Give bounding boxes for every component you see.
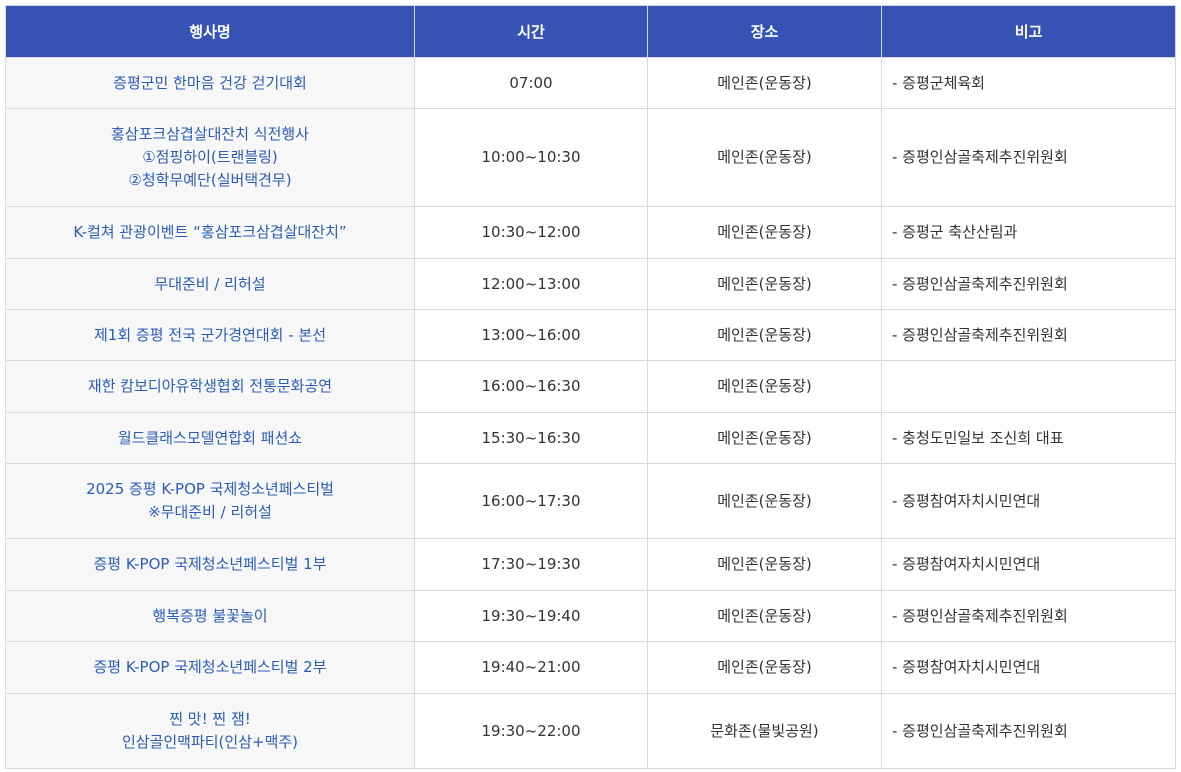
event-name-line: 제1회 증평 전국 군가경연대회 - 본선: [94, 325, 326, 344]
header-place: 장소: [647, 5, 882, 58]
time-cell: 17:30~19:30: [414, 538, 648, 591]
header-time: 시간: [414, 5, 648, 58]
note-cell: - 증평참여자치시민연대: [881, 463, 1176, 539]
table-row: 월드클래스모델연합회 패션쇼 15:30~16:30 메인존(운동장) - 충청도민일…: [5, 412, 1176, 464]
place-cell: 메인존(운동장): [647, 206, 882, 259]
event-name-cell: 증평 K-POP 국제청소년페스티벌 1부: [5, 538, 415, 591]
event-name-cell: 홍삼포크삼겹살대잔치 식전행사 ①점핑하이(트랜블링) ②청학무예단(실버택견무): [5, 108, 415, 207]
event-name-cell: 증평군민 한마음 건강 걷기대회: [5, 57, 415, 109]
event-name-line: 증평 K-POP 국제청소년페스티벌 1부: [93, 555, 327, 573]
header-note: 비고: [881, 5, 1176, 58]
table-row: K-컬쳐 관광이벤트 “홍삼포크삼겹살대잔치” 10:30~12:00 메인존(운동…: [5, 206, 1176, 259]
place-cell: 메인존(운동장): [647, 538, 882, 591]
event-name-line: 증평군민 한마음 건강 걷기대회: [113, 73, 307, 92]
table-row: 제1회 증평 전국 군가경연대회 - 본선 13:00~16:00 메인존(운동장)…: [5, 309, 1176, 361]
event-name-line: 2025 증평 K-POP 국제청소년페스티벌: [86, 480, 334, 498]
time-cell: 12:00~13:00: [414, 258, 648, 310]
event-schedule-table: 행사명 시간 장소 비고 증평군민 한마음 건강 걷기대회 07:00 메인존(운동…: [5, 5, 1176, 769]
event-name-line: ①점핑하이(트랜블링): [142, 148, 278, 166]
time-cell: 07:00: [414, 57, 648, 109]
event-name-cell: 찐 맛! 찐 잼! 인삼골인맥파티(인삼+맥주): [5, 693, 415, 769]
table-row: 증평 K-POP 국제청소년페스티벌 1부 17:30~19:30 메인존(운동장)…: [5, 538, 1176, 591]
table-row: 행복증평 불꽃놀이 19:30~19:40 메인존(운동장) - 증평인삼골축제추진위…: [5, 590, 1176, 642]
table-row: 찐 맛! 찐 잼! 인삼골인맥파티(인삼+맥주) 19:30~22:00 문화존(물빛…: [5, 693, 1176, 769]
place-cell: 메인존(운동장): [647, 57, 882, 109]
place-cell: 메인존(운동장): [647, 412, 882, 464]
header-event-name: 행사명: [5, 5, 415, 58]
time-cell: 15:30~16:30: [414, 412, 648, 464]
event-name-line: 증평 K-POP 국제청소년페스티벌 2부: [93, 658, 327, 676]
place-cell: 메인존(운동장): [647, 258, 882, 310]
note-cell: - 증평인삼골축제추진위원회: [881, 309, 1176, 361]
note-cell: - 증평인삼골축제추진위원회: [881, 693, 1176, 769]
table-row: 증평 K-POP 국제청소년페스티벌 2부 19:40~21:00 메인존(운동장)…: [5, 641, 1176, 694]
place-cell: 메인존(운동장): [647, 590, 882, 642]
table-row: 홍삼포크삼겹살대잔치 식전행사 ①점핑하이(트랜블링) ②청학무예단(실버택견무) 1…: [5, 108, 1176, 207]
event-name-cell: 2025 증평 K-POP 국제청소년페스티벌 ※무대준비 / 리허설: [5, 463, 415, 539]
note-cell: - 증평인삼골축제추진위원회: [881, 590, 1176, 642]
event-name-cell: 제1회 증평 전국 군가경연대회 - 본선: [5, 309, 415, 361]
place-cell: 메인존(운동장): [647, 360, 882, 413]
note-cell: - 증평참여자치시민연대: [881, 641, 1176, 694]
note-cell: - 충청도민일보 조신희 대표: [881, 412, 1176, 464]
event-name-cell: 월드클래스모델연합회 패션쇼: [5, 412, 415, 464]
place-cell: 메인존(운동장): [647, 108, 882, 207]
table-row: 증평군민 한마음 건강 걷기대회 07:00 메인존(운동장) - 증평군체육회: [5, 57, 1176, 109]
time-cell: 16:00~16:30: [414, 360, 648, 413]
table-header-row: 행사명 시간 장소 비고: [5, 5, 1176, 58]
time-cell: 10:30~12:00: [414, 206, 648, 259]
time-cell: 19:40~21:00: [414, 641, 648, 694]
table-row: 2025 증평 K-POP 국제청소년페스티벌 ※무대준비 / 리허설 16:00~…: [5, 463, 1176, 539]
place-cell: 메인존(운동장): [647, 309, 882, 361]
table-row: 무대준비 / 리허설 12:00~13:00 메인존(운동장) - 증평인삼골축제추진…: [5, 258, 1176, 310]
event-name-line: 홍삼포크삼겹살대잔치 식전행사: [111, 125, 309, 143]
place-cell: 문화존(물빛공원): [647, 693, 882, 769]
event-name-line: ②청학무예단(실버택견무): [128, 171, 292, 189]
note-cell: - 증평인삼골축제추진위원회: [881, 108, 1176, 207]
table-row: 재한 캄보디아유학생협회 전통문화공연 16:00~16:30 메인존(운동장): [5, 360, 1176, 413]
event-name-cell: 재한 캄보디아유학생협회 전통문화공연: [5, 360, 415, 413]
event-name-cell: 증평 K-POP 국제청소년페스티벌 2부: [5, 641, 415, 694]
event-name-cell: K-컬쳐 관광이벤트 “홍삼포크삼겹살대잔치”: [5, 206, 415, 259]
note-cell: - 증평참여자치시민연대: [881, 538, 1176, 591]
schedule-table-wrapper: 행사명 시간 장소 비고 증평군민 한마음 건강 걷기대회 07:00 메인존(운동…: [5, 5, 1176, 769]
place-cell: 메인존(운동장): [647, 463, 882, 539]
event-name-cell: 행복증평 불꽃놀이: [5, 590, 415, 642]
place-cell: 메인존(운동장): [647, 641, 882, 694]
note-cell: - 증평군 축산산림과: [881, 206, 1176, 259]
event-name-cell: 무대준비 / 리허설: [5, 258, 415, 310]
time-cell: 19:30~19:40: [414, 590, 648, 642]
time-cell: 16:00~17:30: [414, 463, 648, 539]
event-name-line: 월드클래스모델연합회 패션쇼: [117, 428, 303, 447]
event-name-line: 찐 맛! 찐 잼!: [169, 710, 251, 728]
event-name-line: 재한 캄보디아유학생협회 전통문화공연: [87, 377, 333, 395]
time-cell: 13:00~16:00: [414, 309, 648, 361]
event-name-line: 인삼골인맥파티(인삼+맥주): [121, 733, 299, 751]
event-name-line: K-컬쳐 관광이벤트 “홍삼포크삼겹살대잔치”: [73, 223, 347, 241]
time-cell: 19:30~22:00: [414, 693, 648, 769]
event-name-line: 무대준비 / 리허설: [154, 274, 266, 293]
event-name-line: ※무대준비 / 리허설: [148, 503, 272, 521]
note-cell: [881, 360, 1176, 413]
note-cell: - 증평군체육회: [881, 57, 1176, 109]
note-cell: - 증평인삼골축제추진위원회: [881, 258, 1176, 310]
event-name-line: 행복증평 불꽃놀이: [152, 606, 268, 625]
time-cell: 10:00~10:30: [414, 108, 648, 207]
